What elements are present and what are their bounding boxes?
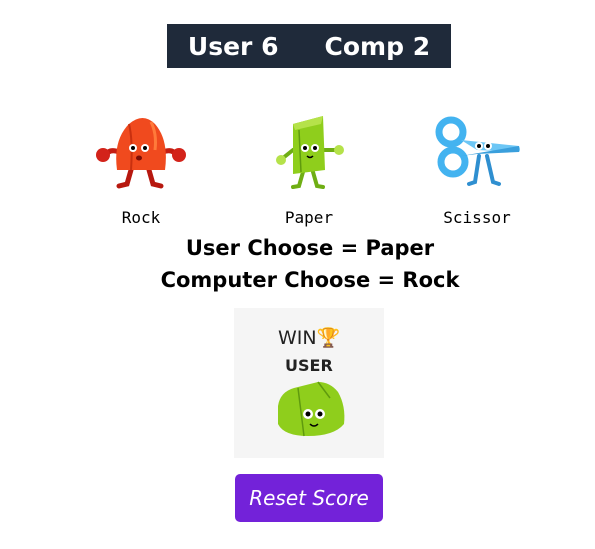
user-score: User 6 bbox=[188, 32, 279, 61]
choice-scissor-button[interactable]: Scissor bbox=[417, 110, 537, 227]
win-label: WIN bbox=[278, 327, 317, 349]
choice-paper-label: Paper bbox=[284, 208, 334, 227]
winner-text: USER bbox=[285, 356, 333, 375]
result-card: WIN🏆 USER bbox=[234, 308, 384, 458]
user-choice-text: User Choose = Paper bbox=[185, 236, 435, 260]
paper-character-icon bbox=[276, 116, 344, 189]
comp-score-label: Comp bbox=[324, 31, 404, 61]
comp-score-value: 2 bbox=[412, 31, 431, 61]
computer-choice-text: Computer Choose = Rock bbox=[160, 268, 460, 292]
choice-rock-button[interactable]: Rock bbox=[81, 110, 201, 227]
rock-character-icon bbox=[96, 118, 186, 189]
choice-paper-button[interactable]: Paper bbox=[249, 110, 369, 227]
trophy-icon: 🏆 bbox=[316, 327, 341, 349]
scoreboard: User 6 Comp 2 bbox=[167, 24, 451, 68]
user-score-label: User bbox=[187, 31, 253, 61]
reset-score-button[interactable]: Reset Score bbox=[235, 474, 383, 522]
choice-rock-label: Rock bbox=[121, 208, 161, 227]
win-text: WIN🏆 bbox=[278, 326, 340, 349]
winner-paper-character-icon bbox=[278, 381, 345, 437]
user-score-value: 6 bbox=[261, 31, 279, 61]
scissor-character-icon bbox=[435, 116, 520, 186]
comp-score: Comp 2 bbox=[325, 32, 431, 61]
choice-scissor-label: Scissor bbox=[443, 208, 511, 227]
